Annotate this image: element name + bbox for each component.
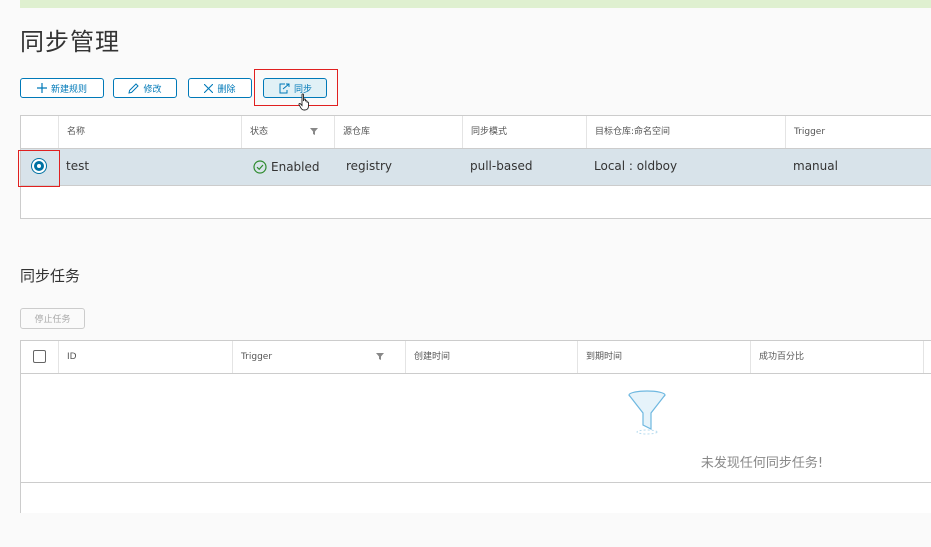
hand-cursor-icon: [298, 93, 309, 111]
select-all-checkbox[interactable]: [33, 350, 46, 363]
rule-status: Enabled: [241, 149, 334, 185]
column-header-success-rate[interactable]: 成功百分比: [750, 341, 924, 373]
empty-filter-icon: [628, 390, 666, 435]
top-banner: [20, 0, 931, 8]
column-header-status-label: 状态: [250, 127, 269, 137]
tasks-section-title: 同步任务: [20, 267, 81, 285]
tasks-grid-footer: [21, 482, 931, 513]
empty-state-message: 未发现任何同步任务!: [700, 456, 824, 471]
sync-button-highlight: [254, 69, 338, 106]
edit-button[interactable]: 修改: [113, 78, 177, 98]
rule-name: test: [66, 159, 90, 173]
delete-label: 删除: [217, 84, 236, 95]
page-title: 同步管理: [20, 28, 120, 56]
rule-mode: pull-based: [470, 159, 533, 173]
column-header-source[interactable]: 源仓库: [334, 116, 459, 148]
column-header-target[interactable]: 目标仓库:命名空间: [586, 116, 785, 148]
plus-icon: [36, 83, 47, 93]
column-header-status[interactable]: 状态: [241, 116, 334, 148]
table-row[interactable]: test Enabled registry pull-based Local :…: [21, 149, 931, 186]
tasks-grid: ID Trigger 创建时间 到期时间 成功百分比 未发现任何同步任务!: [20, 340, 931, 513]
new-rule-label: 新建规则: [50, 84, 87, 95]
column-header-name[interactable]: 名称: [58, 116, 241, 148]
radio-highlight: [18, 150, 60, 187]
edit-label: 修改: [143, 84, 162, 95]
column-header-expires[interactable]: 到期时间: [577, 341, 750, 373]
stop-task-button[interactable]: 停止任务: [20, 308, 85, 329]
rules-grid-header: 名称 状态 源仓库 同步模式 目标仓库:命名空间 Trigger: [21, 116, 931, 149]
rules-grid: 名称 状态 源仓库 同步模式 目标仓库:命名空间 Trigger test En…: [20, 115, 931, 219]
new-rule-button[interactable]: 新建规则: [20, 78, 104, 98]
select-all-column-header: [21, 341, 58, 373]
select-column-header: [21, 116, 58, 148]
pencil-icon: [128, 82, 140, 94]
rule-trigger: manual: [793, 159, 838, 173]
tasks-grid-header: ID Trigger 创建时间 到期时间 成功百分比: [21, 341, 931, 374]
rule-target: Local : oldboy: [594, 159, 678, 173]
filter-icon[interactable]: [310, 128, 318, 135]
rule-source: registry: [346, 159, 392, 173]
column-header-id[interactable]: ID: [58, 341, 232, 373]
column-header-mode[interactable]: 同步模式: [462, 116, 586, 148]
column-header-task-trigger[interactable]: Trigger: [232, 341, 402, 373]
rule-status-label: Enabled: [271, 160, 320, 174]
delete-button[interactable]: 删除: [188, 78, 252, 98]
close-icon: [204, 83, 214, 93]
filter-icon[interactable]: [376, 353, 384, 360]
check-circle-icon: [253, 160, 267, 174]
column-header-trigger[interactable]: Trigger: [785, 116, 931, 148]
column-header-task-trigger-label: Trigger: [241, 352, 273, 362]
column-header-created[interactable]: 创建时间: [405, 341, 577, 373]
